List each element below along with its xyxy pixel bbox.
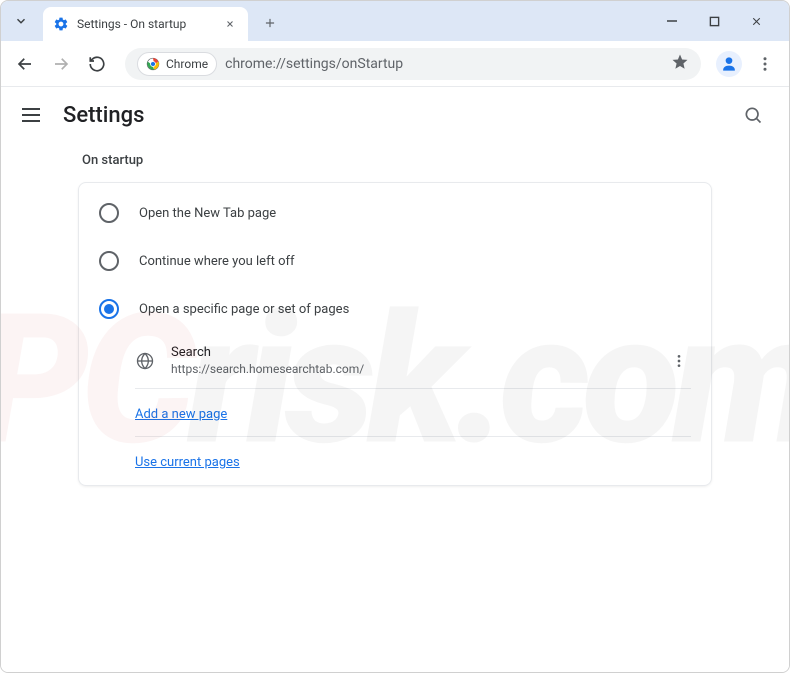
- section-heading: On startup: [78, 153, 712, 168]
- radio-new-tab[interactable]: Open the New Tab page: [79, 189, 711, 237]
- radio-specific-pages[interactable]: Open a specific page or set of pages: [79, 285, 711, 333]
- gear-icon: [53, 16, 69, 32]
- site-chip[interactable]: Chrome: [137, 52, 217, 76]
- new-tab-button[interactable]: [256, 9, 284, 37]
- radio-label: Open a specific page or set of pages: [139, 302, 349, 317]
- startup-card: Open the New Tab page Continue where you…: [78, 182, 712, 486]
- bookmark-icon[interactable]: [671, 53, 689, 75]
- radio-label: Open the New Tab page: [139, 206, 276, 221]
- maximize-button[interactable]: [699, 6, 729, 36]
- tab-strip: Settings - On startup: [1, 1, 789, 41]
- back-button[interactable]: [9, 48, 41, 80]
- settings-page: PCrisk.com Settings On startup Open the …: [1, 87, 789, 672]
- page-title: Settings: [63, 103, 144, 128]
- radio-icon: [99, 203, 119, 223]
- use-current-link-row: Use current pages: [135, 437, 691, 484]
- page-more-button[interactable]: [667, 349, 691, 373]
- tab-search-button[interactable]: [9, 9, 33, 33]
- search-icon[interactable]: [735, 97, 771, 133]
- reload-button[interactable]: [81, 48, 113, 80]
- url-text: chrome://settings/onStartup: [225, 56, 663, 72]
- profile-button[interactable]: [713, 48, 745, 80]
- add-page-link-row: Add a new page: [135, 389, 691, 437]
- radio-icon: [99, 299, 119, 319]
- browser-tab[interactable]: Settings - On startup: [43, 7, 248, 41]
- close-icon[interactable]: [222, 16, 238, 32]
- globe-icon: [135, 351, 155, 371]
- radio-label: Continue where you left off: [139, 254, 295, 269]
- use-current-link[interactable]: Use current pages: [135, 455, 240, 470]
- radio-icon: [99, 251, 119, 271]
- page-name: Search: [171, 345, 667, 360]
- kebab-menu-button[interactable]: [749, 48, 781, 80]
- startup-page-entry: Search https://search.homesearchtab.com/: [135, 333, 691, 389]
- minimize-button[interactable]: [657, 6, 687, 36]
- close-window-button[interactable]: [741, 6, 771, 36]
- page-url: https://search.homesearchtab.com/: [171, 362, 667, 376]
- radio-continue[interactable]: Continue where you left off: [79, 237, 711, 285]
- address-bar[interactable]: Chrome chrome://settings/onStartup: [125, 48, 701, 80]
- menu-icon[interactable]: [19, 103, 43, 127]
- avatar-icon: [716, 51, 742, 77]
- forward-button[interactable]: [45, 48, 77, 80]
- tab-title: Settings - On startup: [77, 17, 222, 31]
- toolbar: Chrome chrome://settings/onStartup: [1, 41, 789, 87]
- add-page-link[interactable]: Add a new page: [135, 407, 227, 422]
- chip-label: Chrome: [166, 57, 208, 71]
